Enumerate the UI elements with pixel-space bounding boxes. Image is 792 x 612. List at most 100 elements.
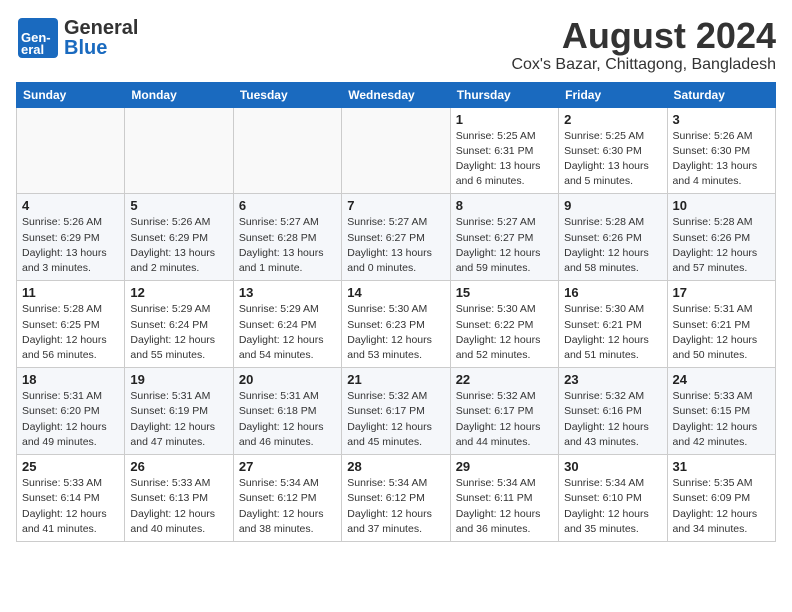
logo: Gen- eral General Blue [16, 16, 138, 60]
calendar-day-cell: 14 Sunrise: 5:30 AM Sunset: 6:23 PM Dayli… [342, 281, 450, 368]
calendar-day-cell: 6 Sunrise: 5:27 AM Sunset: 6:28 PM Daylig… [233, 194, 341, 281]
day-number: 12 [130, 285, 227, 300]
day-number: 14 [347, 285, 444, 300]
day-info: Sunrise: 5:25 AM Sunset: 6:31 PM Dayligh… [456, 129, 553, 190]
day-info: Sunrise: 5:33 AM Sunset: 6:14 PM Dayligh… [22, 476, 119, 537]
day-number: 15 [456, 285, 553, 300]
calendar-day-cell: 3 Sunrise: 5:26 AM Sunset: 6:30 PM Daylig… [667, 107, 775, 194]
day-info: Sunrise: 5:30 AM Sunset: 6:22 PM Dayligh… [456, 302, 553, 363]
calendar-week-row: 4 Sunrise: 5:26 AM Sunset: 6:29 PM Daylig… [17, 194, 776, 281]
day-info: Sunrise: 5:31 AM Sunset: 6:21 PM Dayligh… [673, 302, 770, 363]
calendar-title-area: August 2024 Cox's Bazar, Chittagong, Ban… [511, 16, 776, 74]
calendar-week-row: 25Sunrise: 5:33 AM Sunset: 6:14 PM Dayli… [17, 455, 776, 542]
day-info: Sunrise: 5:29 AM Sunset: 6:24 PM Dayligh… [130, 302, 227, 363]
calendar-week-row: 11 Sunrise: 5:28 AM Sunset: 6:25 PM Dayli… [17, 281, 776, 368]
logo-text: General [64, 18, 138, 38]
calendar-day-cell: 24 Sunrise: 5:33 AM Sunset: 6:15 PM Dayli… [667, 368, 775, 455]
calendar-day-cell: 15 Sunrise: 5:30 AM Sunset: 6:22 PM Dayli… [450, 281, 558, 368]
calendar-day-cell [342, 107, 450, 194]
day-info: Sunrise: 5:34 AM Sunset: 6:12 PM Dayligh… [347, 476, 444, 537]
calendar-day-cell [17, 107, 125, 194]
calendar-day-cell: 10Sunrise: 5:28 AM Sunset: 6:26 PM Dayli… [667, 194, 775, 281]
calendar-day-cell: 28Sunrise: 5:34 AM Sunset: 6:12 PM Dayli… [342, 455, 450, 542]
calendar-day-cell: 27 Sunrise: 5:34 AM Sunset: 6:12 PM Dayli… [233, 455, 341, 542]
day-info: Sunrise: 5:26 AM Sunset: 6:30 PM Dayligh… [673, 129, 770, 190]
day-number: 18 [22, 372, 119, 387]
calendar-week-row: 18 Sunrise: 5:31 AM Sunset: 6:20 PM Dayli… [17, 368, 776, 455]
day-number: 4 [22, 198, 119, 213]
day-info: Sunrise: 5:32 AM Sunset: 6:17 PM Dayligh… [456, 389, 553, 450]
calendar-day-cell: 29Sunrise: 5:34 AM Sunset: 6:11 PM Dayli… [450, 455, 558, 542]
day-info: Sunrise: 5:25 AM Sunset: 6:30 PM Dayligh… [564, 129, 661, 190]
day-number: 2 [564, 112, 661, 127]
day-info: Sunrise: 5:28 AM Sunset: 6:26 PM Dayligh… [673, 215, 770, 276]
day-number: 8 [456, 198, 553, 213]
day-info: Sunrise: 5:28 AM Sunset: 6:25 PM Dayligh… [22, 302, 119, 363]
day-info: Sunrise: 5:34 AM Sunset: 6:10 PM Dayligh… [564, 476, 661, 537]
calendar-day-cell [233, 107, 341, 194]
weekday-header-friday: Friday [559, 82, 667, 107]
svg-text:eral: eral [21, 42, 44, 57]
calendar-day-cell: 4Sunrise: 5:26 AM Sunset: 6:29 PM Daylig… [17, 194, 125, 281]
day-number: 20 [239, 372, 336, 387]
month-title: August 2024 [511, 16, 776, 56]
day-number: 24 [673, 372, 770, 387]
day-info: Sunrise: 5:27 AM Sunset: 6:28 PM Dayligh… [239, 215, 336, 276]
day-number: 5 [130, 198, 227, 213]
day-info: Sunrise: 5:35 AM Sunset: 6:09 PM Dayligh… [673, 476, 770, 537]
calendar-table: SundayMondayTuesdayWednesdayThursdayFrid… [16, 82, 776, 542]
day-number: 30 [564, 459, 661, 474]
day-number: 17 [673, 285, 770, 300]
calendar-day-cell: 16 Sunrise: 5:30 AM Sunset: 6:21 PM Dayli… [559, 281, 667, 368]
day-number: 31 [673, 459, 770, 474]
day-number: 23 [564, 372, 661, 387]
logo-icon: Gen- eral [16, 16, 60, 60]
page-header: Gen- eral General Blue August 2024 Cox's… [16, 16, 776, 74]
day-info: Sunrise: 5:33 AM Sunset: 6:13 PM Dayligh… [130, 476, 227, 537]
day-number: 27 [239, 459, 336, 474]
day-info: Sunrise: 5:26 AM Sunset: 6:29 PM Dayligh… [130, 215, 227, 276]
calendar-week-row: 1 Sunrise: 5:25 AM Sunset: 6:31 PM Daylig… [17, 107, 776, 194]
day-info: Sunrise: 5:33 AM Sunset: 6:15 PM Dayligh… [673, 389, 770, 450]
calendar-day-cell [125, 107, 233, 194]
weekday-header-thursday: Thursday [450, 82, 558, 107]
day-info: Sunrise: 5:32 AM Sunset: 6:17 PM Dayligh… [347, 389, 444, 450]
day-info: Sunrise: 5:32 AM Sunset: 6:16 PM Dayligh… [564, 389, 661, 450]
day-number: 29 [456, 459, 553, 474]
weekday-header-tuesday: Tuesday [233, 82, 341, 107]
weekday-header-row: SundayMondayTuesdayWednesdayThursdayFrid… [17, 82, 776, 107]
weekday-header-saturday: Saturday [667, 82, 775, 107]
weekday-header-sunday: Sunday [17, 82, 125, 107]
day-info: Sunrise: 5:31 AM Sunset: 6:19 PM Dayligh… [130, 389, 227, 450]
day-info: Sunrise: 5:29 AM Sunset: 6:24 PM Dayligh… [239, 302, 336, 363]
weekday-header-wednesday: Wednesday [342, 82, 450, 107]
day-number: 13 [239, 285, 336, 300]
day-info: Sunrise: 5:27 AM Sunset: 6:27 PM Dayligh… [456, 215, 553, 276]
day-number: 6 [239, 198, 336, 213]
day-info: Sunrise: 5:28 AM Sunset: 6:26 PM Dayligh… [564, 215, 661, 276]
day-number: 16 [564, 285, 661, 300]
day-number: 3 [673, 112, 770, 127]
calendar-day-cell: 8 Sunrise: 5:27 AM Sunset: 6:27 PM Daylig… [450, 194, 558, 281]
day-info: Sunrise: 5:31 AM Sunset: 6:20 PM Dayligh… [22, 389, 119, 450]
calendar-day-cell: 5 Sunrise: 5:26 AM Sunset: 6:29 PM Daylig… [125, 194, 233, 281]
day-info: Sunrise: 5:30 AM Sunset: 6:21 PM Dayligh… [564, 302, 661, 363]
day-info: Sunrise: 5:34 AM Sunset: 6:12 PM Dayligh… [239, 476, 336, 537]
day-number: 21 [347, 372, 444, 387]
calendar-day-cell: 17 Sunrise: 5:31 AM Sunset: 6:21 PM Dayli… [667, 281, 775, 368]
calendar-day-cell: 26Sunrise: 5:33 AM Sunset: 6:13 PM Dayli… [125, 455, 233, 542]
calendar-day-cell: 9 Sunrise: 5:28 AM Sunset: 6:26 PM Daylig… [559, 194, 667, 281]
day-number: 7 [347, 198, 444, 213]
weekday-header-monday: Monday [125, 82, 233, 107]
calendar-day-cell: 11 Sunrise: 5:28 AM Sunset: 6:25 PM Dayli… [17, 281, 125, 368]
calendar-day-cell: 31 Sunrise: 5:35 AM Sunset: 6:09 PM Dayli… [667, 455, 775, 542]
day-info: Sunrise: 5:30 AM Sunset: 6:23 PM Dayligh… [347, 302, 444, 363]
day-number: 9 [564, 198, 661, 213]
calendar-day-cell: 2 Sunrise: 5:25 AM Sunset: 6:30 PM Daylig… [559, 107, 667, 194]
day-number: 1 [456, 112, 553, 127]
calendar-day-cell: 23 Sunrise: 5:32 AM Sunset: 6:16 PM Dayli… [559, 368, 667, 455]
day-number: 11 [22, 285, 119, 300]
calendar-day-cell: 21 Sunrise: 5:32 AM Sunset: 6:17 PM Dayli… [342, 368, 450, 455]
calendar-day-cell: 12 Sunrise: 5:29 AM Sunset: 6:24 PM Dayli… [125, 281, 233, 368]
calendar-day-cell: 30 Sunrise: 5:34 AM Sunset: 6:10 PM Dayli… [559, 455, 667, 542]
